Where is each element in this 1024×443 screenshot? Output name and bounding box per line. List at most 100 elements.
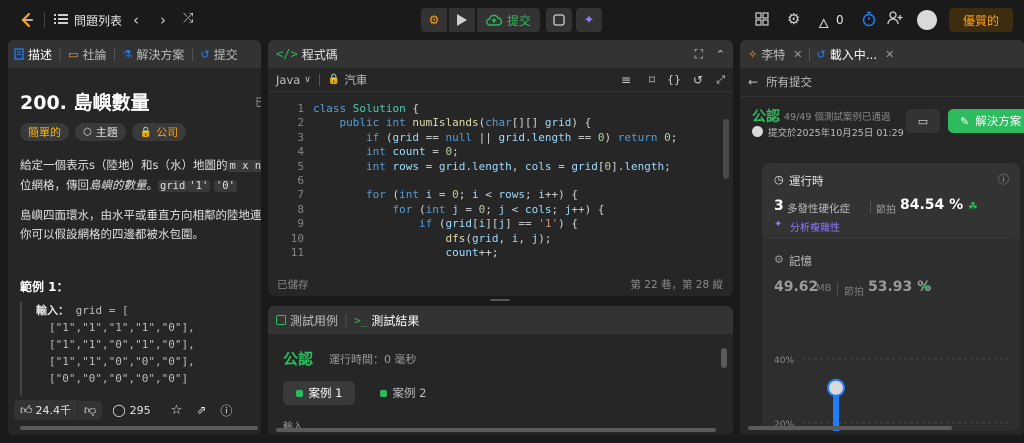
debug-button[interactable]: ⚙ bbox=[421, 8, 447, 32]
avatar[interactable] bbox=[917, 10, 937, 30]
companies-chip[interactable]: 🔒 公司 bbox=[131, 123, 187, 141]
share-icon[interactable]: ⇗ bbox=[196, 403, 206, 417]
check-dot-icon bbox=[379, 389, 387, 397]
expand-icon[interactable]: ⛶ bbox=[695, 47, 703, 62]
tab-loading[interactable]: ↺ 載入中... bbox=[817, 46, 878, 63]
like-button[interactable]: 👍︎ 24.4千 bbox=[14, 400, 78, 420]
bookmark-icon[interactable]: ⌑ bbox=[649, 73, 655, 87]
comments-button[interactable]: ◯ 295 bbox=[112, 403, 150, 417]
tab-divider: | bbox=[190, 47, 195, 61]
right-horizontal-scrollbar[interactable] bbox=[748, 426, 952, 430]
difficulty-badge[interactable]: 簡單的 bbox=[20, 123, 69, 141]
stat-divider bbox=[870, 201, 871, 213]
line-number: 2 bbox=[297, 116, 304, 130]
submission-status: 公認 bbox=[752, 109, 780, 125]
comment-icon: ◯ bbox=[112, 403, 126, 417]
tab-divider: | bbox=[807, 47, 812, 61]
fullscreen-icon[interactable]: ⤢ bbox=[716, 73, 725, 87]
tab-submissions-label: 提交 bbox=[213, 47, 238, 62]
topics-chip[interactable]: ⬡ 主題 bbox=[75, 123, 126, 141]
tab-solutions[interactable]: ⚗ 解決方案 bbox=[123, 46, 185, 63]
run-button[interactable] bbox=[449, 8, 475, 32]
submit-button[interactable]: 提交 bbox=[477, 8, 540, 32]
gear-icon[interactable]: ⚙ bbox=[787, 10, 800, 28]
tab-leet[interactable]: ✧ 李特 bbox=[748, 46, 785, 63]
tab-submissions[interactable]: ↺ 提交 bbox=[200, 46, 237, 63]
tab-loading-label: 載入中... bbox=[829, 47, 878, 62]
editor-vertical-scrollbar[interactable] bbox=[723, 119, 729, 179]
problem-title: 200. 島嶼數量 bbox=[20, 92, 150, 114]
code-inline: grid bbox=[158, 180, 188, 192]
chart-user-marker bbox=[827, 378, 845, 397]
timer-icon[interactable] bbox=[862, 11, 876, 27]
book-open-icon: ▭ bbox=[917, 114, 929, 128]
line-number: 3 bbox=[297, 130, 304, 144]
test-horizontal-scrollbar[interactable] bbox=[276, 428, 716, 432]
chart-ytick-label: 40% bbox=[774, 356, 794, 366]
chevron-down-icon: ∨ bbox=[304, 74, 311, 85]
reset-icon[interactable]: ↺ bbox=[693, 73, 703, 87]
editor-title: 程式碼 bbox=[301, 47, 338, 62]
tab-testcases[interactable]: 測試用例 bbox=[276, 312, 338, 329]
line-number: 9 bbox=[297, 217, 304, 231]
notes-button[interactable] bbox=[546, 8, 572, 32]
test-vertical-scrollbar[interactable] bbox=[721, 348, 727, 368]
edit-icon: ✎ bbox=[960, 114, 970, 128]
close-icon[interactable]: ✕ bbox=[793, 48, 802, 61]
prev-problem-icon[interactable]: ‹ bbox=[133, 11, 139, 29]
line-number-gutter: 12345678910111213 bbox=[268, 102, 304, 262]
mode-label[interactable]: 汽車 bbox=[344, 72, 367, 88]
line-number: 6 bbox=[297, 173, 304, 187]
terminal-icon: >_ bbox=[354, 313, 368, 327]
topbar-divider bbox=[44, 12, 45, 28]
analyze-complexity-link[interactable]: 分析複雜性 bbox=[790, 219, 840, 234]
tab-editorial[interactable]: ▭ 社論 bbox=[68, 46, 106, 63]
shuffle-icon[interactable]: ⤮ bbox=[183, 11, 193, 26]
vertical-drag-handle[interactable] bbox=[490, 299, 510, 301]
add-friend-icon[interactable] bbox=[887, 11, 903, 25]
premium-button[interactable]: 優質的 bbox=[949, 8, 1013, 32]
code-line: for (int i = 0; i < rows; i++) { bbox=[365, 188, 578, 202]
ai-button[interactable]: ✦ bbox=[576, 8, 602, 32]
memory-icon: ⚙ bbox=[774, 253, 784, 266]
editorial-button[interactable]: ▭ bbox=[906, 109, 940, 133]
runtime-distribution-chart[interactable]: 40%20% bbox=[762, 313, 1020, 431]
code-line: if (grid[i][j] == '1') { bbox=[418, 217, 578, 231]
tab-test-results[interactable]: >_ 測試結果 bbox=[354, 312, 419, 329]
code-area[interactable]: 12345678910111213 class Solution { publi… bbox=[268, 99, 733, 262]
horizontal-scrollbar[interactable] bbox=[20, 426, 258, 430]
info-icon[interactable]: ⓘ bbox=[998, 171, 1009, 187]
solution-button[interactable]: ✎ 解決方案 bbox=[948, 109, 1024, 133]
star-icon[interactable]: ☆ bbox=[171, 403, 183, 418]
tab-description[interactable]: 描述 bbox=[14, 46, 52, 63]
list-icon[interactable] bbox=[54, 12, 68, 26]
help-icon[interactable]: ⓘ bbox=[220, 402, 232, 419]
layout-icon[interactable] bbox=[755, 12, 769, 26]
code-line: class Solution { bbox=[313, 102, 419, 115]
case-1-tab[interactable]: 案例 1 bbox=[283, 381, 355, 405]
code-line: for (int j = 0; j < cols; j++) { bbox=[392, 202, 605, 216]
problem-list-link[interactable]: 問題列表 bbox=[74, 12, 122, 29]
language-select[interactable]: Java ∨ bbox=[276, 73, 311, 87]
close-icon[interactable]: ✕ bbox=[885, 48, 894, 61]
format-icon[interactable]: ≡ bbox=[621, 73, 631, 87]
description-footer: 👍︎ 24.4千 👎︎ ◯ 295 ☆ ⇗ ⓘ bbox=[8, 396, 261, 424]
case-1-label: 案例 1 bbox=[308, 386, 343, 400]
desc-line-2-text: 位網格，傳回 bbox=[20, 178, 89, 192]
dislike-button[interactable]: 👎︎ bbox=[78, 400, 103, 420]
desc-line-1: 給定一個表示s（陸地）和s（水）地圖的m x n二 bbox=[20, 156, 261, 176]
collapse-icon[interactable]: ⌃ bbox=[716, 48, 725, 61]
panel-divider bbox=[740, 96, 1024, 97]
case-2-tab[interactable]: 案例 2 bbox=[367, 381, 439, 405]
bug-icon: ⚙ bbox=[428, 13, 440, 27]
runtime-card[interactable]: ◷ 運行時 ⓘ 3 多發性硬化症 節拍 84.54 % ☘ ✦ 分析複雜性 bbox=[762, 163, 1020, 239]
braces-icon[interactable]: {} bbox=[667, 73, 681, 86]
line-number: 1 bbox=[297, 102, 304, 115]
fire-icon[interactable]: 🜂 bbox=[818, 10, 829, 36]
leetcode-logo-icon[interactable] bbox=[16, 10, 36, 30]
next-problem-icon[interactable]: › bbox=[160, 11, 166, 29]
tag-row: 簡單的 ⬡ 主題 🔒 公司 bbox=[20, 123, 192, 141]
desc-line-3: 島嶼四面環水，由水平或垂直方向相鄰的陸地連接 bbox=[20, 208, 261, 222]
back-to-submissions[interactable]: ← 所有提交 bbox=[748, 74, 812, 90]
